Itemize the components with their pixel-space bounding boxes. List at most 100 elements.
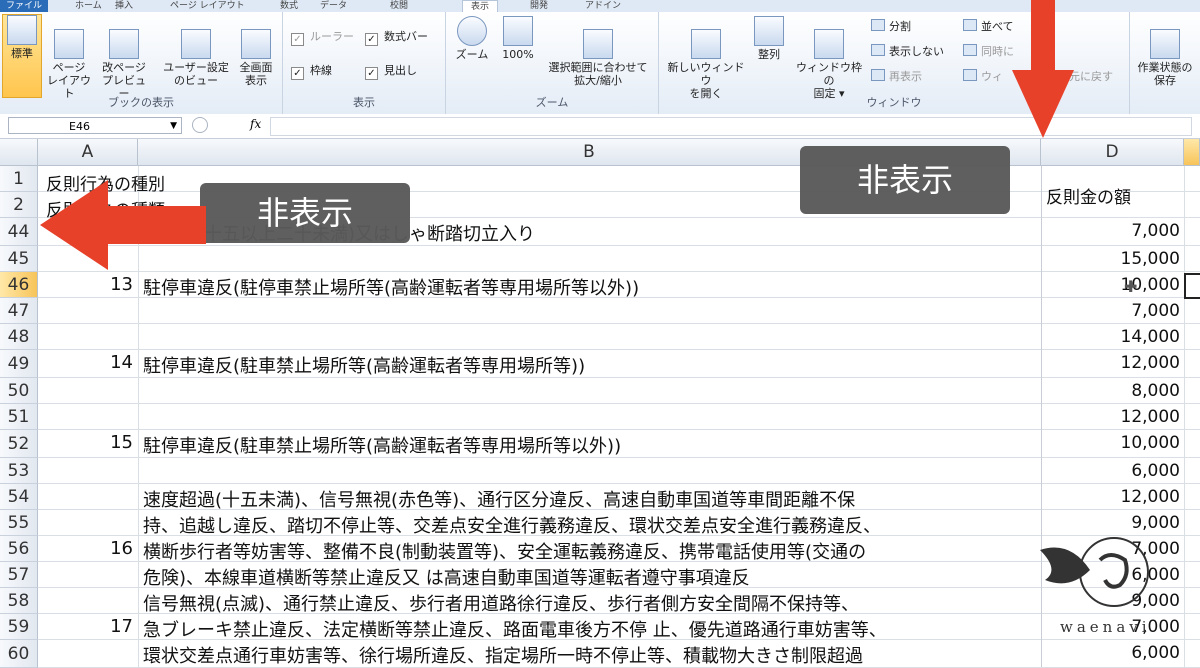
row-header[interactable]: 1: [0, 166, 38, 192]
row-header[interactable]: 58: [0, 588, 38, 614]
row-header[interactable]: 59: [0, 614, 38, 640]
cell-d[interactable]: 12,000: [1042, 407, 1180, 427]
cell-d[interactable]: 7,000: [1042, 301, 1180, 321]
group-label: 表示: [353, 96, 375, 109]
restore-button[interactable]: 元に戻す: [1069, 68, 1113, 84]
cell-b[interactable]: 速度超過(十五未満)、信号無視(赤色等)、通行区分違反、高速自動車国道等車間距離…: [143, 486, 855, 512]
cell-a[interactable]: 15: [38, 432, 133, 453]
row-header[interactable]: 44: [0, 218, 38, 246]
name-box[interactable]: E46 ▼: [8, 117, 182, 134]
split-button[interactable]: 分割: [871, 18, 911, 34]
normal-view-icon: [7, 15, 37, 45]
check-icon: ✓: [291, 33, 304, 46]
cell-d[interactable]: 12,000: [1042, 487, 1180, 507]
row-header[interactable]: 50: [0, 378, 38, 404]
reset-window-position-button[interactable]: ウィ: [963, 68, 1003, 84]
ruler-checkbox[interactable]: ✓ ルーラー: [291, 28, 354, 46]
selected-cell-e46[interactable]: [1184, 273, 1200, 299]
tab-developer[interactable]: 開発: [530, 0, 548, 12]
new-window-button[interactable]: 新しいウィンドウ を開く: [663, 16, 749, 100]
cell-a[interactable]: 17: [38, 616, 133, 637]
insert-function-button[interactable]: fx: [250, 117, 261, 131]
column-header-d[interactable]: D: [1041, 139, 1184, 166]
check-icon: ✓: [291, 67, 304, 80]
cell-b[interactable]: 危険)、本線車道横断等禁止違反又 は高速自動車国道等運転者遵守事項違反: [143, 564, 750, 590]
reset-position-icon: [963, 69, 977, 81]
row-header[interactable]: 2: [0, 192, 38, 218]
cell-d[interactable]: 6,000: [1042, 643, 1180, 663]
page-break-preview-button[interactable]: 改ページ プレビュー: [98, 16, 150, 100]
side-by-side-icon: [963, 19, 977, 31]
cell-b[interactable]: 持、追越し違反、踏切不停止等、交差点安全進行義務違反、環状交差点安全進行義務違反…: [143, 512, 881, 538]
cell-d[interactable]: 14,000: [1042, 327, 1180, 347]
tab-review[interactable]: 校閲: [390, 0, 408, 12]
zoom-button[interactable]: ズーム: [450, 16, 494, 61]
hidden-label-right: 非表示: [800, 146, 1010, 214]
cell-b[interactable]: 横断歩行者等妨害等、整備不良(制動装置等)、安全運転義務違反、携帯電話使用等(交…: [143, 538, 866, 564]
cell-b[interactable]: 駐停車違反(駐停車禁止場所等(高齢運転者等専用場所等以外)): [143, 274, 639, 300]
chevron-down-icon[interactable]: ▼: [170, 118, 177, 135]
tab-file[interactable]: ファイル: [0, 0, 49, 12]
cell-d[interactable]: 10,000: [1042, 433, 1180, 453]
row-header[interactable]: 55: [0, 510, 38, 536]
view-side-by-side-button[interactable]: 並べて: [963, 18, 1014, 34]
formula-bar-circle-icon: [192, 117, 208, 133]
group-zoom: ズーム 100% 選択範囲に合わせて 拡大/縮小 ズーム: [446, 12, 659, 114]
cell-b[interactable]: 信号無視(点滅)、通行禁止違反、歩行者用道路徐行違反、歩行者側方安全間隔不保持等…: [143, 590, 859, 616]
tab-page-layout[interactable]: ページ レイアウト: [170, 0, 245, 12]
zoom-to-selection-button[interactable]: 選択範囲に合わせて 拡大/縮小: [542, 16, 654, 87]
row-header[interactable]: 56: [0, 536, 38, 562]
cell-b[interactable]: 駐停車違反(駐車禁止場所等(高齢運転者等専用場所等)): [143, 352, 585, 378]
row-header[interactable]: 60: [0, 640, 38, 668]
row-header[interactable]: 49: [0, 350, 38, 378]
unhide-window-button[interactable]: 再表示: [871, 68, 922, 84]
custom-views-button[interactable]: ユーザー設定 のビュー: [160, 16, 232, 87]
column-divider: [1184, 166, 1185, 667]
synchronous-scrolling-button[interactable]: 同時に: [963, 43, 1014, 59]
cell-a[interactable]: 14: [38, 352, 133, 373]
row-header[interactable]: 53: [0, 458, 38, 484]
row-header[interactable]: 54: [0, 484, 38, 510]
row-header[interactable]: 52: [0, 430, 38, 458]
tab-formulas[interactable]: 数式: [280, 0, 298, 12]
check-icon: ✓: [365, 33, 378, 46]
row-header[interactable]: 57: [0, 562, 38, 588]
cell-d[interactable]: 12,000: [1042, 353, 1180, 373]
normal-view-button[interactable]: 標準: [2, 14, 42, 98]
row-header[interactable]: 51: [0, 404, 38, 430]
row-gridline: [38, 349, 1200, 350]
cell-d[interactable]: 15,000: [1042, 249, 1180, 269]
row-header[interactable]: 46: [0, 272, 38, 298]
row-header[interactable]: 48: [0, 324, 38, 350]
full-screen-button[interactable]: 全画面 表示: [234, 16, 278, 87]
zoom-100-button[interactable]: 100%: [498, 16, 538, 61]
cell-b[interactable]: 駐停車違反(駐車禁止場所等(高齢運転者等専用場所等以外)): [143, 432, 621, 458]
column-header-e[interactable]: [1184, 139, 1200, 166]
page-break-preview-icon: [109, 29, 139, 59]
cell-d[interactable]: 8,000: [1042, 381, 1180, 401]
hide-window-button[interactable]: 表示しない: [871, 43, 944, 59]
headings-checkbox[interactable]: ✓ 見出し: [365, 62, 417, 80]
cell-a[interactable]: 16: [38, 538, 133, 559]
cell-d[interactable]: 7,000: [1042, 221, 1180, 241]
select-all-corner[interactable]: [0, 139, 38, 166]
save-workspace-button[interactable]: 作業状態の 保存: [1132, 16, 1198, 87]
tab-insert[interactable]: 挿入: [115, 0, 133, 12]
tab-data[interactable]: データ: [320, 0, 347, 12]
gridlines-checkbox[interactable]: ✓ 枠線: [291, 62, 332, 80]
column-header-a[interactable]: A: [38, 139, 138, 166]
cell-d[interactable]: 6,000: [1042, 461, 1180, 481]
formula-bar-checkbox[interactable]: ✓ 数式バー: [365, 28, 428, 46]
cell-b[interactable]: 環状交差点通行車妨害等、徐行場所違反、指定場所一時不停止等、積載物大きさ制限超過: [143, 642, 863, 668]
row-header[interactable]: 45: [0, 246, 38, 272]
row-header[interactable]: 47: [0, 298, 38, 324]
tab-home[interactable]: ホーム: [75, 0, 102, 12]
unhide-icon: [871, 69, 885, 81]
tab-addins[interactable]: アドイン: [585, 0, 621, 12]
cell-d[interactable]: 10,000: [1042, 275, 1180, 295]
page-layout-button[interactable]: ページ レイアウト: [44, 16, 94, 100]
cell-a[interactable]: 13: [38, 274, 133, 295]
cell-b[interactable]: 急ブレーキ禁止違反、法定横断等禁止違反、路面電車後方不停 止、優先道路通行車妨害…: [143, 616, 887, 642]
freeze-panes-button[interactable]: ウィンドウ枠の 固定 ▾: [791, 16, 867, 100]
arrange-all-button[interactable]: 整列: [751, 16, 787, 61]
